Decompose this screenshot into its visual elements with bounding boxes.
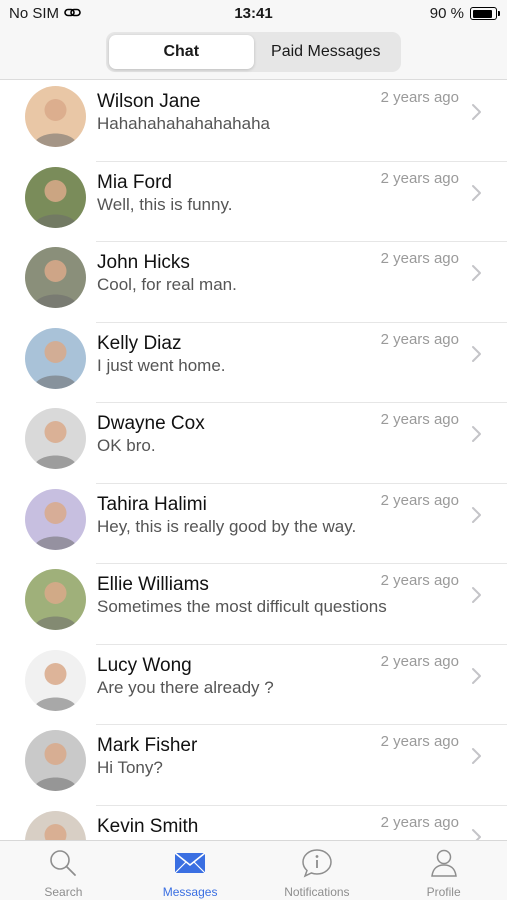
person-icon: [428, 847, 460, 879]
tab-profile[interactable]: Profile: [380, 841, 507, 900]
chat-name: Mark Fisher: [97, 735, 198, 756]
chat-last-message: Hey, this is really good by the way.: [97, 516, 357, 536]
chat-last-message: OK bro.: [97, 436, 156, 455]
envelope-icon: [174, 847, 206, 879]
chat-timestamp: 2 years ago: [380, 169, 459, 187]
chat-timestamp: 2 years ago: [380, 491, 459, 509]
avatar: [25, 488, 86, 550]
battery-status: 90 %: [429, 5, 500, 22]
tab-label: Notifications: [284, 885, 350, 899]
chat-last-message: Well, this is funny.: [97, 194, 233, 214]
chat-timestamp: 2 years ago: [380, 89, 459, 106]
avatar: [25, 569, 86, 630]
chat-name: Tahira Halimi: [97, 493, 207, 515]
segment-chat[interactable]: Chat: [109, 35, 254, 69]
chat-row[interactable]: Kelly Diaz I just went home. 2 years ago: [0, 323, 507, 404]
avatar: [25, 86, 86, 147]
avatar: [25, 810, 86, 840]
tab-label: Profile: [426, 885, 461, 899]
battery-level: [472, 9, 493, 18]
chat-row[interactable]: Wilson Jane Hahahahahahahahaha 2 years a…: [0, 81, 507, 162]
chevron-right-icon: [472, 748, 481, 764]
chat-timestamp: 2 years ago: [380, 330, 459, 348]
chat-timestamp: 2 years ago: [380, 813, 459, 831]
chat-name: Ellie Williams: [97, 574, 209, 595]
chat-name: Dwayne Cox: [97, 413, 205, 434]
chat-row[interactable]: Kevin Smith 2 years ago: [0, 806, 507, 840]
tab-messages[interactable]: Messages: [127, 841, 254, 900]
chat-timestamp: 2 years ago: [380, 572, 459, 589]
search-icon: [47, 847, 79, 879]
tab-search[interactable]: Search: [0, 841, 127, 900]
chat-name: Mia Ford: [97, 171, 172, 193]
chevron-right-icon: [472, 184, 481, 201]
avatar: [25, 327, 86, 389]
chevron-right-icon: [472, 104, 481, 120]
chat-name: Lucy Wong: [97, 654, 192, 676]
chat-last-message: Are you there already ?: [97, 677, 274, 697]
tab-label: Messages: [162, 885, 218, 899]
chat-name: Kelly Diaz: [97, 332, 182, 354]
chat-row[interactable]: John Hicks Cool, for real man. 2 years a…: [0, 242, 507, 323]
chat-segmented-control: Chat Paid Messages: [106, 32, 401, 72]
battery-icon: [470, 7, 500, 20]
chat-last-message: I just went home.: [97, 355, 226, 375]
battery-percentage: 90 %: [429, 5, 464, 22]
header: No SIM 13:41 90 % Chat Paid Messages: [0, 0, 507, 80]
chat-row[interactable]: Dwayne Cox OK bro. 2 years ago: [0, 403, 507, 484]
avatar: [25, 649, 86, 711]
chevron-right-icon: [472, 506, 481, 523]
avatar: [25, 408, 86, 469]
chat-name: Kevin Smith: [97, 815, 199, 837]
chevron-right-icon: [472, 345, 481, 362]
chevron-right-icon: [472, 828, 481, 840]
chat-row[interactable]: Lucy Wong Are you there already ? 2 year…: [0, 645, 507, 726]
chat-timestamp: 2 years ago: [380, 411, 459, 428]
chat-row[interactable]: Ellie Williams Sometimes the most diffic…: [0, 564, 507, 645]
avatar: [25, 730, 86, 791]
info-icon: [301, 847, 333, 879]
chat-timestamp: 2 years ago: [380, 652, 459, 670]
tab-notifications[interactable]: Notifications: [254, 841, 381, 900]
chat-last-message: Cool, for real man.: [97, 275, 237, 294]
chat-name: Wilson Jane: [97, 91, 201, 112]
chat-row[interactable]: Tahira Halimi Hey, this is really good b…: [0, 484, 507, 565]
avatar: [25, 247, 86, 308]
tab-label: Search: [44, 885, 83, 899]
chat-row[interactable]: Mia Ford Well, this is funny. 2 years ag…: [0, 162, 507, 243]
chat-list: Wilson Jane Hahahahahahahahaha 2 years a…: [0, 81, 507, 840]
chevron-right-icon: [472, 426, 481, 442]
chevron-right-icon: [472, 667, 481, 684]
chevron-right-icon: [472, 265, 481, 281]
chat-timestamp: 2 years ago: [380, 250, 459, 267]
chat-last-message: Hi Tony?: [97, 758, 163, 777]
tab-bar: Search Messages Notifications Profile: [0, 840, 507, 900]
chat-last-message: Sometimes the most difficult questions: [97, 597, 387, 616]
chat-timestamp: 2 years ago: [380, 733, 459, 750]
chevron-right-icon: [472, 587, 481, 603]
segment-paid-messages[interactable]: Paid Messages: [254, 35, 399, 69]
chat-last-message: Hahahahahahahahaha: [97, 114, 271, 133]
avatar: [25, 166, 86, 228]
chat-name: John Hicks: [97, 252, 190, 273]
status-bar: No SIM 13:41 90 %: [0, 0, 507, 28]
chat-row[interactable]: Mark Fisher Hi Tony? 2 years ago: [0, 725, 507, 806]
